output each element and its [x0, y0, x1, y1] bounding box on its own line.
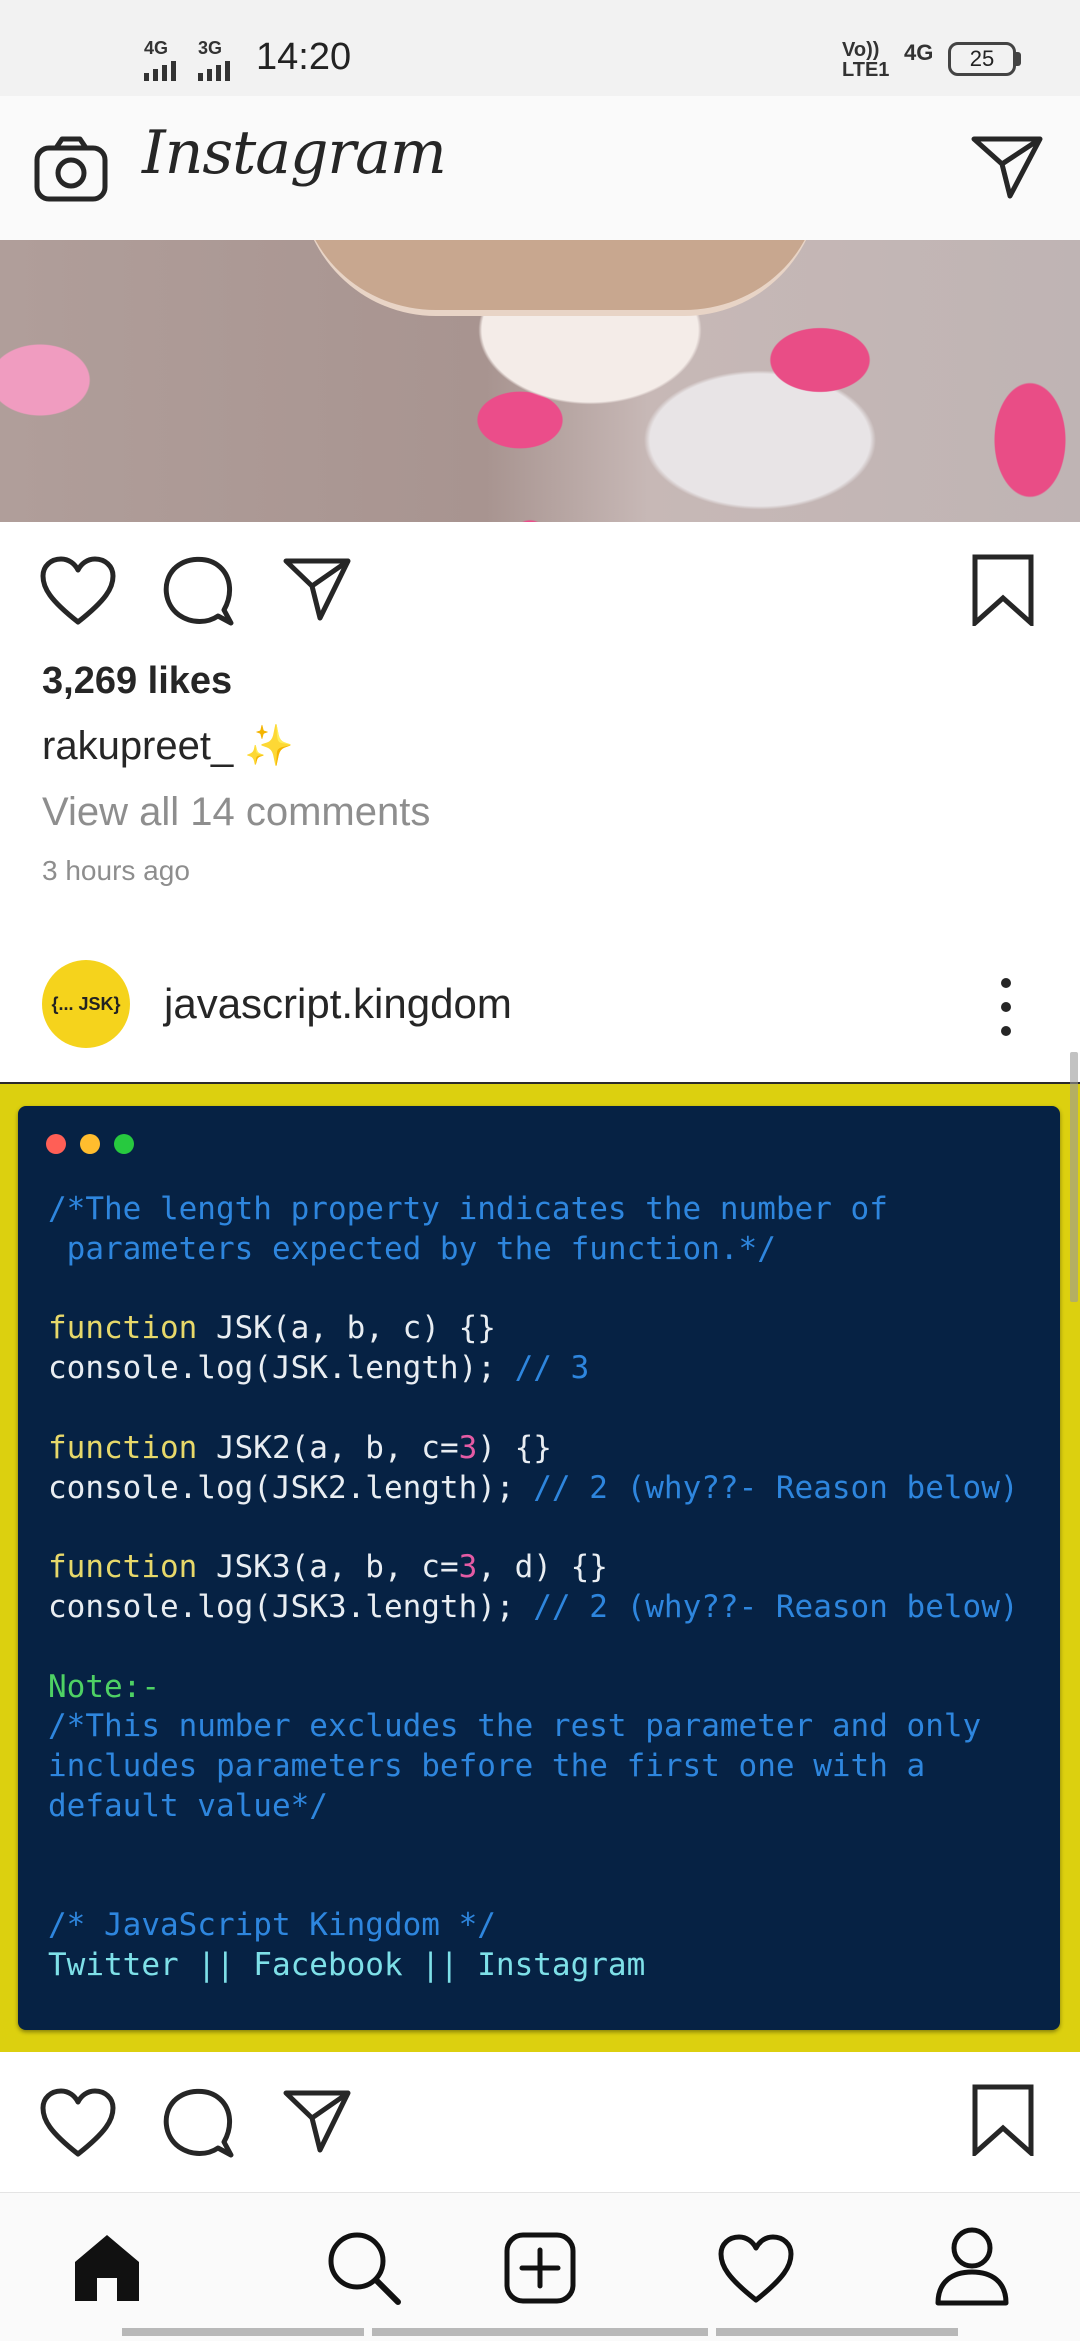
home-icon[interactable] — [72, 2232, 142, 2304]
like-heart-icon[interactable] — [40, 2088, 116, 2158]
post-photo[interactable] — [0, 240, 1080, 522]
status-bar: 4G 3G 14:20 Vo)) LTE1 4G 25 — [0, 0, 1080, 96]
save-bookmark-icon[interactable] — [972, 554, 1034, 626]
code-comment: // 2 (why??- Reason below) — [533, 1469, 1019, 1506]
app-logo: Instagram — [142, 118, 447, 188]
window-maximize-dot-icon — [114, 1134, 134, 1154]
system-nav-segment — [122, 2328, 364, 2336]
post-username[interactable]: javascript.kingdom — [164, 980, 512, 1028]
battery-indicator: 25 — [948, 42, 1016, 76]
code-text: , d) {} — [477, 1549, 608, 1586]
profile-icon[interactable] — [934, 2226, 1010, 2306]
code-brand-comment: /* JavaScript Kingdom */ — [48, 1907, 496, 1944]
code-social-links: Twitter || Facebook || Instagram — [48, 1947, 646, 1984]
comment-icon[interactable] — [162, 2088, 234, 2158]
window-close-dot-icon — [46, 1134, 66, 1154]
new-post-icon[interactable] — [504, 2232, 576, 2304]
code-number: 3 — [458, 1549, 478, 1586]
battery-tip — [1016, 52, 1021, 66]
direct-message-icon[interactable] — [970, 134, 1044, 200]
camera-icon[interactable] — [34, 136, 108, 202]
code-text: JSK2(a, b, c= — [197, 1429, 459, 1466]
code-text: JSK(a, b, c) {} — [197, 1310, 496, 1347]
code-keyword: function — [48, 1310, 198, 1347]
share-icon[interactable] — [282, 2088, 352, 2154]
system-nav-segment — [716, 2328, 958, 2336]
network-4g-label: 4G — [904, 40, 934, 65]
caption-username[interactable]: rakupreet_ — [42, 724, 233, 768]
network-type-label: 3G — [198, 38, 223, 58]
code-text: console.log(JSK.length); — [48, 1350, 515, 1387]
code-text: console.log(JSK2.length); — [48, 1469, 534, 1506]
code-comment: parameters expected by the function.*/ — [48, 1230, 776, 1267]
sparkles-emoji: ✨ — [244, 724, 295, 768]
scrollbar[interactable] — [1070, 1052, 1078, 1302]
code-keyword: function — [48, 1549, 198, 1586]
search-icon[interactable] — [326, 2230, 402, 2306]
code-comment: default value*/ — [48, 1787, 328, 1824]
view-comments-link[interactable]: View all 14 comments — [42, 790, 430, 835]
code-comment: includes parameters before the first one… — [48, 1748, 926, 1785]
code-comment: /*The length property indicates the numb… — [48, 1191, 888, 1227]
code-comment: // 2 (why??- Reason below) — [533, 1588, 1019, 1625]
avatar[interactable]: {... JSK} — [42, 960, 130, 1048]
code-text: JSK3(a, b, c= — [197, 1549, 459, 1586]
window-minimize-dot-icon — [80, 1134, 100, 1154]
likes-count[interactable]: 3,269 likes — [42, 660, 232, 703]
code-comment: /*This number excludes the rest paramete… — [48, 1708, 982, 1745]
code-keyword: function — [48, 1429, 198, 1466]
code-number: 3 — [458, 1429, 478, 1466]
network-type-label: 4G — [144, 38, 169, 58]
code-text: ) {} — [477, 1429, 552, 1466]
post-timestamp: 3 hours ago — [42, 855, 190, 886]
signal-3g-indicator: 3G — [198, 38, 230, 81]
volte-indicator: Vo)) LTE1 — [842, 39, 890, 81]
like-heart-icon[interactable] — [40, 556, 116, 626]
clock: 14:20 — [256, 36, 352, 78]
save-bookmark-icon[interactable] — [972, 2084, 1034, 2156]
post-caption: rakupreet_ ✨ — [42, 722, 294, 769]
signal-4g-indicator: 4G — [144, 38, 176, 81]
activity-heart-icon[interactable] — [718, 2234, 794, 2304]
system-nav-segment — [372, 2328, 708, 2336]
code-comment: // 3 — [514, 1350, 590, 1387]
share-icon[interactable] — [282, 556, 352, 622]
more-options-icon[interactable] — [996, 978, 1016, 1036]
code-note-label: Note:- — [48, 1668, 160, 1705]
code-snippet: /*The length property indicates the numb… — [48, 1190, 1019, 1986]
code-text: console.log(JSK3.length); — [48, 1588, 534, 1625]
comment-icon[interactable] — [162, 556, 234, 626]
